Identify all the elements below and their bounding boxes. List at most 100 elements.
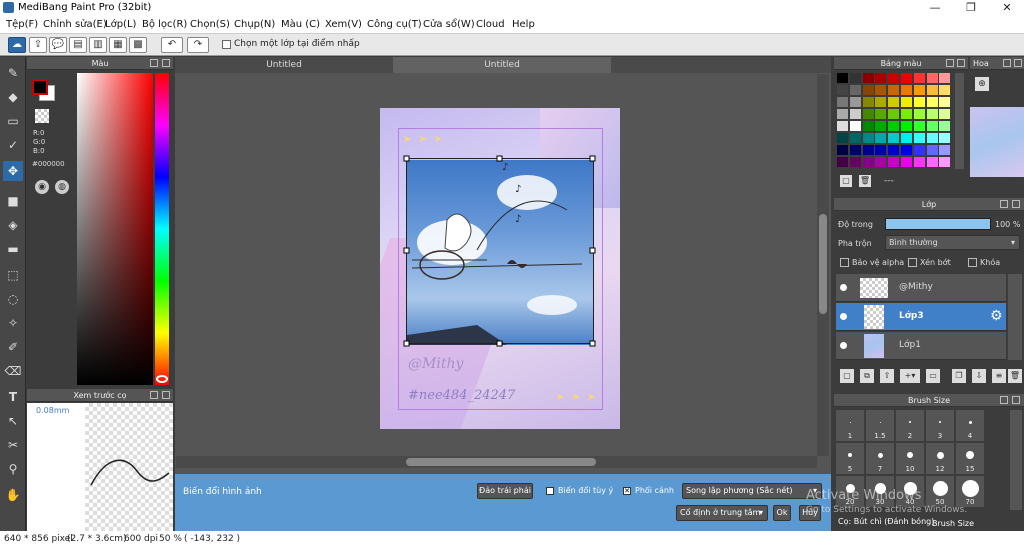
swatch[interactable] xyxy=(875,133,887,143)
swatch[interactable] xyxy=(888,145,900,155)
close-button[interactable]: ✕ xyxy=(990,0,1024,16)
lasso-tool-icon[interactable]: ◌ xyxy=(3,289,23,309)
new-layer-icon[interactable]: ▢ xyxy=(840,369,854,383)
swatch[interactable] xyxy=(913,145,925,155)
flip-button[interactable]: Đảo trái phải xyxy=(477,483,533,499)
panel-float-icon[interactable] xyxy=(1000,396,1008,404)
select-pen-icon[interactable]: ✐ xyxy=(3,337,23,357)
eraser-tool-icon[interactable]: ◆ xyxy=(3,87,23,107)
interpolation-select[interactable]: Song lập phương (Sắc nét) ▾ xyxy=(682,483,822,499)
text-tool-icon[interactable]: T xyxy=(3,387,23,407)
redo-icon[interactable]: ↷ xyxy=(187,37,209,53)
swatch[interactable] xyxy=(913,133,925,143)
select-layer-checkbox[interactable] xyxy=(222,40,231,49)
swatch[interactable] xyxy=(862,145,874,155)
swatch[interactable] xyxy=(888,121,900,131)
transparent-swatch[interactable] xyxy=(35,109,49,123)
gear-icon[interactable]: ⚙ xyxy=(990,308,1003,324)
brush-size-option[interactable]: 3 xyxy=(926,410,954,441)
panel-close-icon[interactable] xyxy=(1014,59,1022,67)
swatch[interactable] xyxy=(862,109,874,119)
hue-slider[interactable] xyxy=(155,73,169,385)
menu-edit[interactable]: Chỉnh sửa(E) xyxy=(43,19,107,30)
bucket-tool-icon[interactable]: ◈ xyxy=(3,215,23,235)
fill-rect-tool-icon[interactable]: ■ xyxy=(3,191,23,211)
swatch[interactable] xyxy=(939,145,951,155)
swatch[interactable] xyxy=(939,121,951,131)
swatch[interactable] xyxy=(875,157,887,167)
swatches-scrollbar[interactable] xyxy=(955,73,964,169)
swatch[interactable] xyxy=(913,121,925,131)
zoom-icon[interactable]: ⊕ xyxy=(975,77,989,91)
swatch[interactable] xyxy=(837,121,848,131)
swatch[interactable] xyxy=(875,121,887,131)
clip-checkbox[interactable] xyxy=(908,258,917,267)
transform-handles[interactable] xyxy=(403,155,597,347)
layer-row[interactable]: @Mithy xyxy=(836,274,1006,302)
minimize-button[interactable]: — xyxy=(918,0,952,16)
swatch[interactable] xyxy=(901,145,912,155)
brush-tool-icon[interactable]: ✎ xyxy=(3,63,23,83)
swatch[interactable] xyxy=(862,157,874,167)
swatch[interactable] xyxy=(926,133,938,143)
swatch[interactable] xyxy=(849,145,861,155)
swatch[interactable] xyxy=(837,157,848,167)
magic-wand-icon[interactable]: ✧ xyxy=(3,313,23,333)
brush-size-option[interactable]: 1 xyxy=(836,410,864,441)
trash-icon[interactable]: 🗑 xyxy=(859,175,871,187)
swatch[interactable] xyxy=(862,133,874,143)
brush-size-option[interactable]: 70 xyxy=(956,476,984,507)
swatch[interactable] xyxy=(901,73,912,83)
perspective-checkbox[interactable]: ✕ xyxy=(623,487,631,495)
anchor-select[interactable]: Cố định ở trung tâm ▾ xyxy=(676,505,768,521)
menu-view[interactable]: Xem(V) xyxy=(325,19,362,30)
palette-settings-icon[interactable]: ◍ xyxy=(55,180,69,194)
menu-select[interactable]: Chọn(S) xyxy=(190,19,230,30)
swatch[interactable] xyxy=(901,133,912,143)
brush-size-option[interactable]: 12 xyxy=(926,443,954,474)
palette-icon[interactable]: ◉ xyxy=(35,180,49,194)
dot-tool-icon[interactable]: ✓ xyxy=(3,135,23,155)
panel-close-icon[interactable] xyxy=(162,59,170,67)
brush-size-option[interactable]: 10 xyxy=(896,443,924,474)
swatch[interactable] xyxy=(939,157,951,167)
panel-float-icon[interactable] xyxy=(1003,59,1011,67)
swatch[interactable] xyxy=(926,157,938,167)
move-tool-icon[interactable]: ✥ xyxy=(3,161,23,181)
lock-checkbox[interactable] xyxy=(968,258,977,267)
grid-icon[interactable]: ▩ xyxy=(129,37,147,53)
swatch[interactable] xyxy=(875,97,887,107)
swatch[interactable] xyxy=(888,97,900,107)
opacity-slider[interactable] xyxy=(885,218,991,230)
menu-layer[interactable]: Lớp(L) xyxy=(105,19,136,30)
swatch[interactable] xyxy=(849,133,861,143)
panel-float-icon[interactable] xyxy=(946,59,954,67)
cloud-icon[interactable]: ☁ xyxy=(8,37,26,53)
swatch[interactable] xyxy=(837,73,848,83)
swatch[interactable] xyxy=(939,73,951,83)
brush-size-option[interactable]: 5 xyxy=(836,443,864,474)
select-eraser-icon[interactable]: ⌫ xyxy=(3,361,23,381)
swatch-grid[interactable] xyxy=(837,73,953,169)
swatch[interactable] xyxy=(875,145,887,155)
swatch[interactable] xyxy=(939,85,951,95)
swatch[interactable] xyxy=(837,133,848,143)
delete-layer-icon[interactable]: 🗑 xyxy=(1008,369,1022,383)
comment-icon[interactable]: 💬 xyxy=(49,37,67,53)
rect-tool-icon[interactable]: ▭ xyxy=(3,111,23,131)
swatch[interactable] xyxy=(862,85,874,95)
swatch[interactable] xyxy=(888,133,900,143)
foreground-color-swatch[interactable] xyxy=(32,79,48,95)
swatch[interactable] xyxy=(901,157,912,167)
swatch[interactable] xyxy=(913,97,925,107)
maximize-button[interactable]: ❐ xyxy=(954,0,988,16)
swatch[interactable] xyxy=(837,109,848,119)
gradient-tool-icon[interactable]: ▬ xyxy=(3,239,23,259)
merge-icon[interactable]: ⇩ xyxy=(972,369,986,383)
swatch[interactable] xyxy=(913,85,925,95)
menu-cloud[interactable]: Cloud xyxy=(476,19,505,30)
brush-size-option[interactable]: 4 xyxy=(956,410,984,441)
swatch[interactable] xyxy=(901,121,912,131)
free-transform-checkbox[interactable] xyxy=(546,487,554,495)
visibility-icon[interactable] xyxy=(840,313,847,320)
